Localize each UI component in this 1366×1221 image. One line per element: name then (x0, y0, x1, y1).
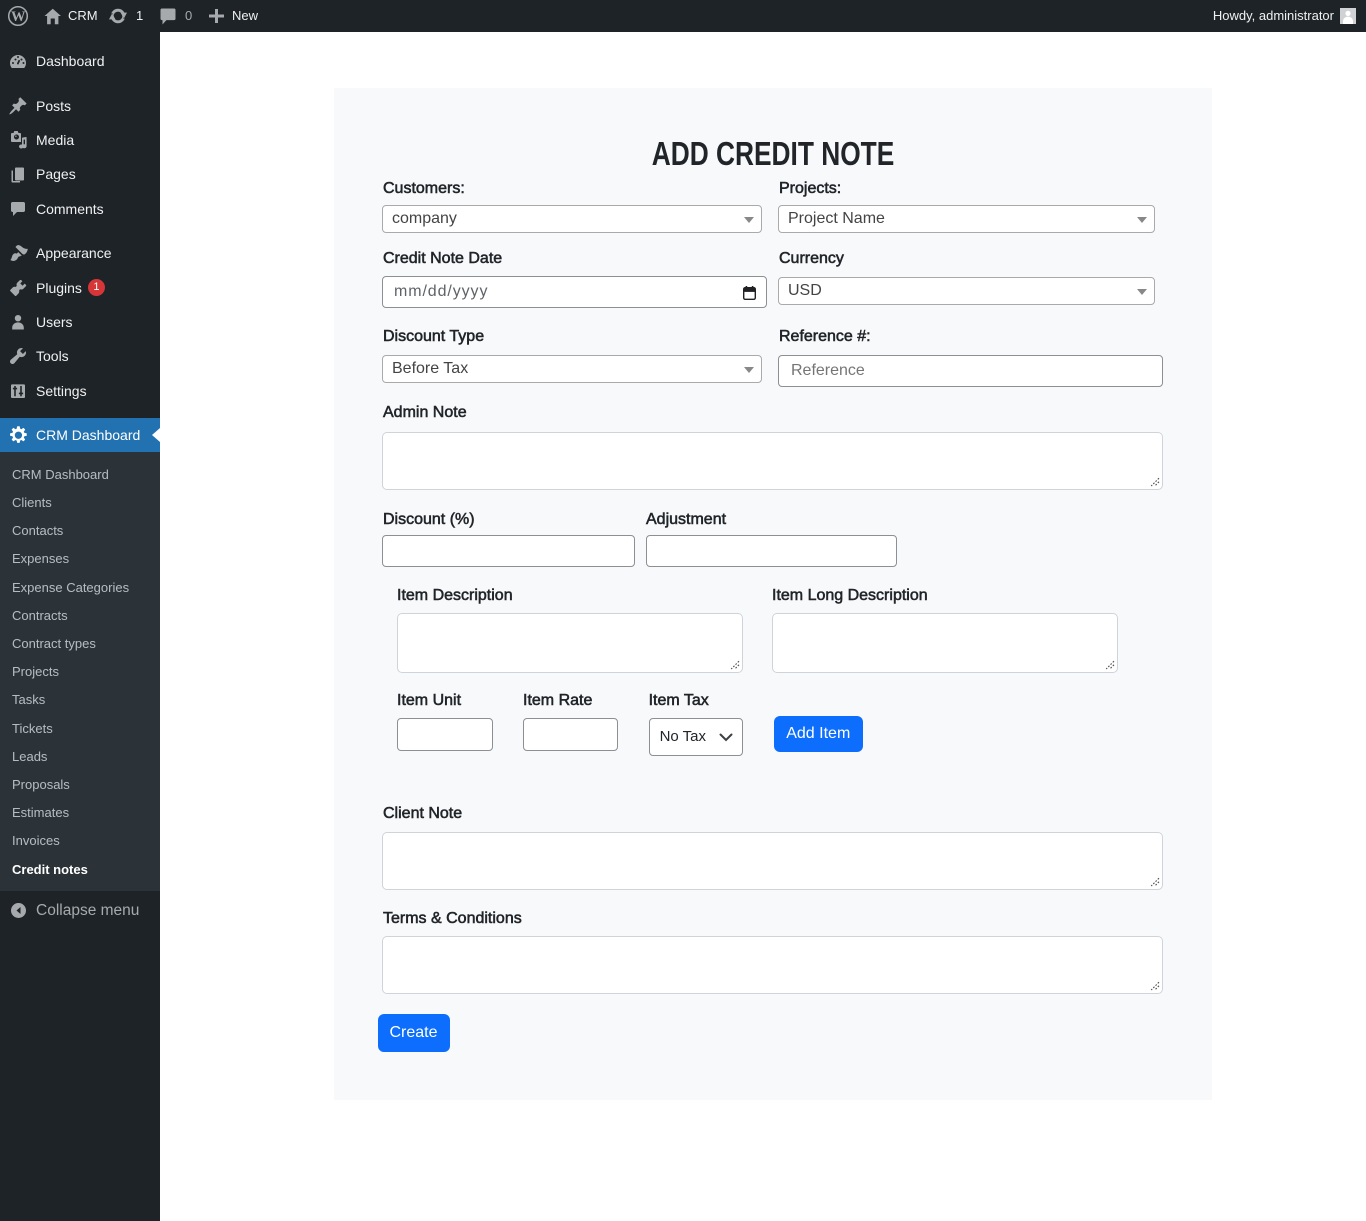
svg-text:W: W (11, 9, 26, 25)
